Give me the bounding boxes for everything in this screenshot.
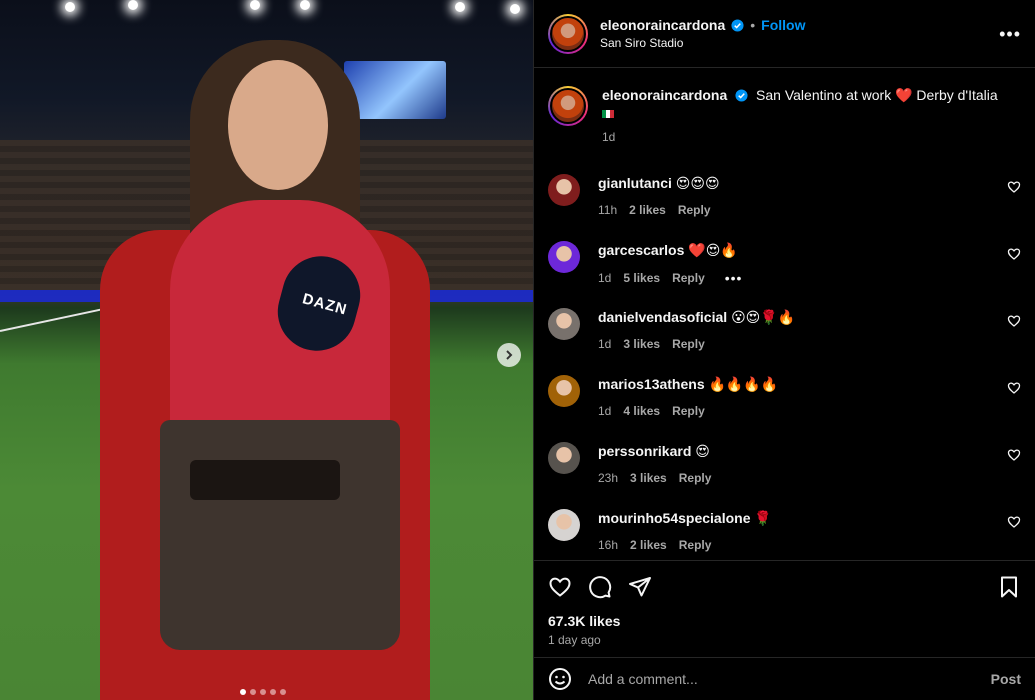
comment-list: gianlutanci 😍😍😍 11h 2 likes Reply garces… (534, 168, 1035, 570)
commenter-username[interactable]: danielvendasoficial (598, 309, 727, 325)
comment-text: ❤️😍🔥 (688, 242, 738, 258)
post-image[interactable]: DAZN (0, 0, 533, 700)
commenter-avatar[interactable] (548, 174, 580, 206)
caption: eleonoraincardona San Valentino at work … (534, 68, 1035, 168)
comment-like-heart-icon[interactable] (1007, 448, 1021, 462)
caption-text: San Valentino at work ❤️ Derby d'Italia (756, 87, 998, 103)
action-bar: 67.3K likes 1 day ago (534, 560, 1035, 655)
reply-button[interactable]: Reply (672, 404, 705, 418)
comment-text: 😮😍🌹🔥 (731, 309, 796, 325)
comment-item: garcescarlos ❤️😍🔥 1d 5 likes Reply ••• (548, 235, 1021, 302)
reply-button[interactable]: Reply (672, 337, 705, 351)
comment-time: 1d (598, 271, 612, 285)
caption-avatar[interactable] (548, 86, 588, 126)
author-avatar[interactable] (548, 13, 588, 54)
like-count[interactable]: 67.3K likes (548, 613, 1021, 629)
commenter-avatar[interactable] (548, 308, 580, 340)
commenter-username[interactable]: garcescarlos (598, 242, 684, 258)
comment-text: 😍😍😍 (675, 175, 720, 191)
comment-time: 11h (598, 203, 618, 217)
comment-input[interactable] (588, 671, 991, 687)
carousel-indicator (240, 689, 286, 695)
comment-time: 23h (598, 471, 619, 485)
comment-text: 😍 (695, 443, 710, 459)
comment-like-heart-icon[interactable] (1007, 180, 1021, 194)
commenter-avatar[interactable] (548, 241, 580, 273)
post-header: eleonoraincardona • Follow San Siro Stad… (534, 0, 1035, 68)
verified-badge-icon (735, 89, 748, 102)
carousel-next-button[interactable] (497, 343, 521, 367)
comment-likes[interactable]: 5 likes (623, 271, 660, 285)
comment-time: 1d (598, 404, 612, 418)
italy-flag-icon (602, 110, 614, 118)
caption-time: 1d (602, 130, 616, 144)
comment-likes[interactable]: 3 likes (630, 471, 667, 485)
commenter-username[interactable]: gianlutanci (598, 175, 672, 191)
comment-time: 16h (598, 538, 619, 552)
carousel-dot (240, 689, 246, 695)
author-username[interactable]: eleonoraincardona (600, 17, 725, 33)
carousel-dot (250, 689, 256, 695)
post-comment-button[interactable]: Post (991, 671, 1021, 687)
comment-time: 1d (598, 337, 612, 351)
reply-button[interactable]: Reply (679, 471, 712, 485)
commenter-username[interactable]: marios13athens (598, 376, 705, 392)
comment-likes[interactable]: 3 likes (623, 337, 660, 351)
comment-item: marios13athens 🔥🔥🔥🔥 1d 4 likes Reply (548, 369, 1021, 436)
comment-like-heart-icon[interactable] (1007, 247, 1021, 261)
commenter-avatar[interactable] (548, 509, 580, 541)
bookmark-icon[interactable] (997, 575, 1021, 599)
carousel-dot (260, 689, 266, 695)
comment-like-heart-icon[interactable] (1007, 381, 1021, 395)
presenter-figure (80, 20, 440, 700)
commenter-username[interactable]: perssonrikard (598, 443, 691, 459)
share-send-icon[interactable] (628, 575, 652, 599)
carousel-dot (270, 689, 276, 695)
commenter-avatar[interactable] (548, 442, 580, 474)
follow-button[interactable]: Follow (761, 17, 805, 33)
comment-item: danielvendasoficial 😮😍🌹🔥 1d 3 likes Repl… (548, 302, 1021, 369)
reply-button[interactable]: Reply (679, 538, 712, 552)
separator-dot: • (750, 17, 756, 33)
comment-text: 🌹 (754, 510, 772, 526)
comment-item: perssonrikard 😍 23h 3 likes Reply (548, 436, 1021, 503)
stadium-lights (0, 0, 533, 20)
like-heart-icon[interactable] (548, 575, 572, 599)
more-options-icon[interactable]: ••• (999, 24, 1021, 45)
comment-text: 🔥🔥🔥🔥 (708, 376, 779, 392)
comment-item: gianlutanci 😍😍😍 11h 2 likes Reply (548, 168, 1021, 235)
post-timestamp: 1 day ago (548, 633, 601, 647)
emoji-icon[interactable] (548, 667, 572, 691)
comment-likes[interactable]: 2 likes (629, 203, 666, 217)
reply-button[interactable]: Reply (678, 203, 711, 217)
carousel-dot (280, 689, 286, 695)
comment-bubble-icon[interactable] (588, 575, 612, 599)
verified-badge-icon (731, 18, 744, 32)
comment-like-heart-icon[interactable] (1007, 515, 1021, 529)
location-link[interactable]: San Siro Stadio (600, 36, 806, 50)
commenter-avatar[interactable] (548, 375, 580, 407)
chevron-right-icon (506, 350, 513, 360)
caption-username[interactable]: eleonoraincardona (602, 87, 727, 103)
comment-composer: Post (534, 657, 1035, 700)
comment-likes[interactable]: 2 likes (630, 538, 667, 552)
comment-like-heart-icon[interactable] (1007, 314, 1021, 328)
reply-button[interactable]: Reply (672, 271, 705, 285)
commenter-username[interactable]: mourinho54specialone (598, 510, 750, 526)
post-panel: eleonoraincardona • Follow San Siro Stad… (533, 0, 1035, 700)
comment-more-icon[interactable]: ••• (725, 270, 743, 286)
comment-likes[interactable]: 4 likes (623, 404, 660, 418)
